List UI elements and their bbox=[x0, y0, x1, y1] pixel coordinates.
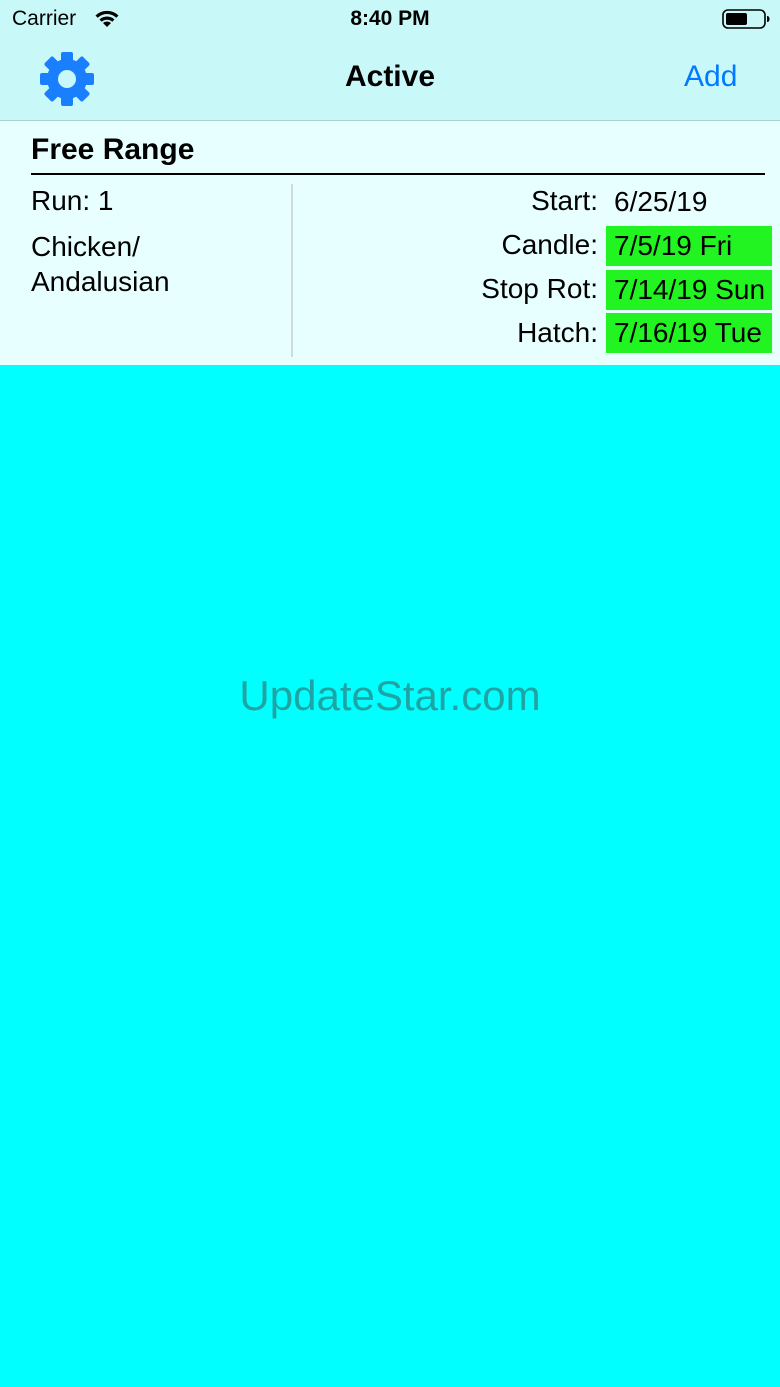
stop-rot-date: 7/14/19 Sun bbox=[606, 270, 772, 310]
battery-icon bbox=[722, 9, 770, 29]
candle-date: 7/5/19 Fri bbox=[606, 226, 772, 266]
status-time: 8:40 PM bbox=[350, 7, 430, 30]
start-date: 6/25/19 bbox=[614, 186, 708, 217]
species-line-1: Chicken/ bbox=[31, 231, 140, 262]
candle-label: Candle: bbox=[501, 229, 598, 260]
hatch-date: 7/16/19 Tue bbox=[606, 313, 772, 353]
title-divider bbox=[31, 173, 765, 175]
run-card[interactable]: Free Range Run: 1 Chicken/ Andalusian St… bbox=[0, 121, 780, 365]
species-line-2: Andalusian bbox=[31, 266, 170, 297]
stop-rot-label: Stop Rot: bbox=[481, 273, 598, 304]
page-title: Active bbox=[344, 60, 436, 93]
species-label: Chicken/ Andalusian bbox=[31, 229, 281, 299]
start-label: Start: bbox=[531, 185, 598, 216]
watermark: UpdateStar.com bbox=[239, 672, 541, 719]
card-title: Free Range bbox=[31, 133, 195, 166]
add-button[interactable]: Add bbox=[684, 60, 737, 94]
hatch-label: Hatch: bbox=[517, 317, 598, 348]
column-divider bbox=[291, 184, 293, 357]
run-number: Run: 1 bbox=[31, 185, 114, 216]
